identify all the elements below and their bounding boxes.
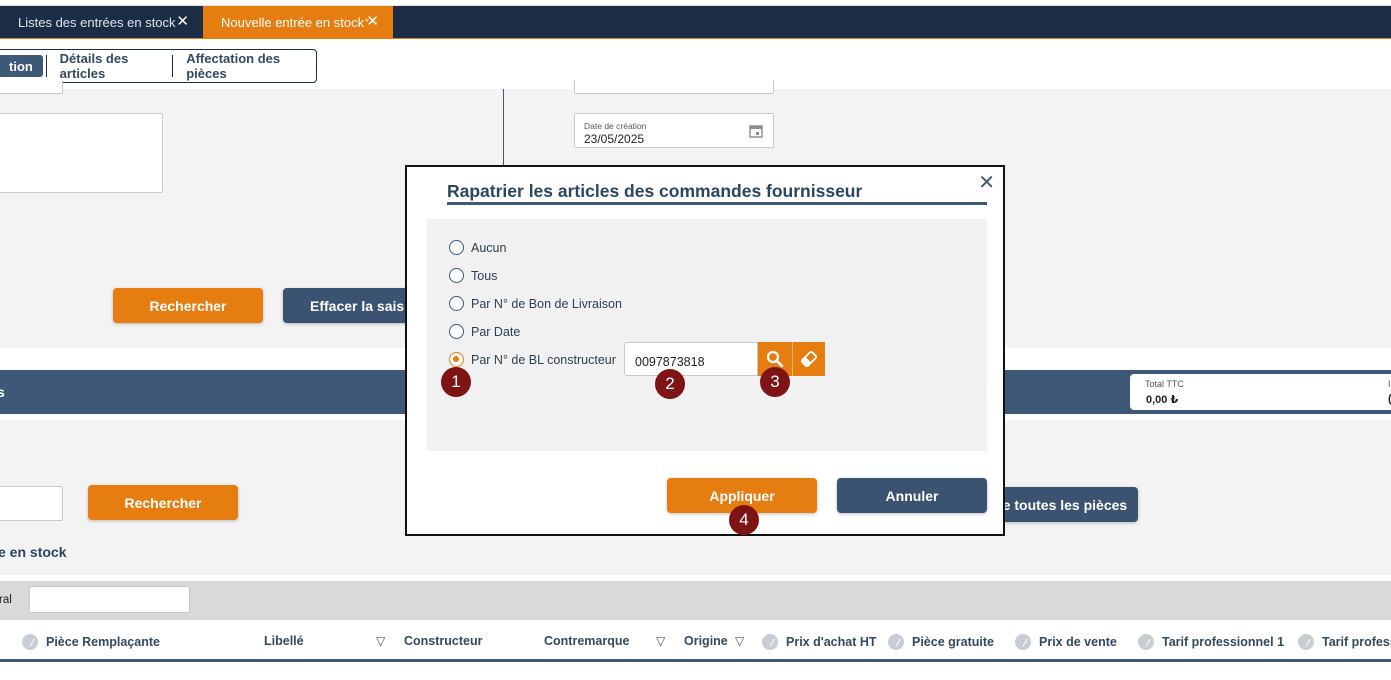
column-label: Pièce gratuite <box>912 635 994 649</box>
step-marker-3: 3 <box>760 367 790 397</box>
search-pieces-button[interactable]: Rechercher <box>88 485 238 520</box>
column-free-piece[interactable]: Pièce gratuite <box>888 634 994 650</box>
section-title: e en stock <box>0 544 67 560</box>
chat-icon <box>22 634 38 650</box>
partial-input[interactable] <box>0 80 63 94</box>
edit-icon <box>762 634 778 650</box>
option-delivery-note[interactable]: Par N° de Bon de Livraison <box>449 296 622 311</box>
column-label: Tarif profess <box>1322 635 1391 649</box>
dialog-title: Rapatrier les articles des commandes fou… <box>447 181 863 201</box>
tab-label: Nouvelle entrée en stock <box>221 14 365 30</box>
next-total-label: I <box>1388 379 1391 389</box>
subtab-article-details[interactable]: Détails des articles <box>47 51 173 81</box>
column-label: Pièce Remplaçante <box>46 635 160 649</box>
search-button[interactable]: Rechercher <box>113 288 263 323</box>
column-label: Libellé <box>264 634 304 648</box>
tab-new-stock-entry[interactable]: Nouvelle entrée en stock * ✕ <box>203 6 393 38</box>
column-pro-rate-2[interactable]: Tarif profess <box>1298 634 1391 650</box>
option-date[interactable]: Par Date <box>449 324 520 339</box>
column-counter-brand[interactable]: Contremarque <box>544 634 629 648</box>
column-label: Tarif professionnel 1 <box>1162 635 1285 649</box>
band-title: s <box>0 384 5 400</box>
radio-button[interactable] <box>449 268 464 283</box>
tab-underline <box>0 38 1391 39</box>
radio-button-selected[interactable] <box>449 352 464 367</box>
option-label: Par N° de BL constructeur <box>471 352 616 367</box>
edit-icon <box>888 634 904 650</box>
column-label: Prix de vente <box>1039 635 1117 649</box>
table-header: Pièce Remplaçante Libellé ▽ Constructeur… <box>0 620 1391 662</box>
column-label: Origine <box>684 634 728 648</box>
subtab-information[interactable]: tion <box>0 55 43 77</box>
edit-icon <box>1298 634 1314 650</box>
total-ttc-value: 0,00 ₺ <box>1146 394 1179 406</box>
tab-bar: Listes des entrées en stock ✕ Nouvelle e… <box>0 6 1391 38</box>
close-icon[interactable]: ✕ <box>978 173 995 193</box>
piece-search-input[interactable] <box>0 486 63 521</box>
general-filter-input[interactable] <box>29 586 190 613</box>
options-panel: Aucun Tous Par N° de Bon de Livraison Pa… <box>427 219 987 451</box>
option-manufacturer-bl[interactable]: Par N° de BL constructeur <box>449 352 616 367</box>
radio-button[interactable] <box>449 296 464 311</box>
creation-date-field[interactable]: Date de création 23/05/2025 <box>574 113 774 148</box>
filter-icon[interactable]: ▽ <box>656 634 665 648</box>
total-ttc-box: Total TTC 0,00 ₺ I ( <box>1130 374 1391 410</box>
column-label: Contremarque <box>544 634 630 648</box>
radio-button[interactable] <box>449 324 464 339</box>
cancel-button[interactable]: Annuler <box>837 478 987 513</box>
option-label: Par Date <box>471 324 521 339</box>
column-purchase-price[interactable]: Prix d'achat HT <box>762 634 877 650</box>
close-icon[interactable]: ✕ <box>366 14 379 30</box>
radio-button[interactable] <box>449 240 464 255</box>
filter-label: ral <box>0 594 12 606</box>
step-marker-1: 1 <box>441 367 471 397</box>
filter-icon[interactable]: ▽ <box>735 634 744 648</box>
column-pro-rate-1[interactable]: Tarif professionnel 1 <box>1138 634 1284 650</box>
step-marker-2: 2 <box>655 369 685 399</box>
bl-number-input[interactable]: 0097873818 <box>624 342 758 376</box>
filter-bar: ral <box>0 581 1391 620</box>
import-supplier-orders-dialog: Rapatrier les articles des commandes fou… <box>405 165 1005 536</box>
divider <box>503 89 504 169</box>
tab-stock-entries-list[interactable]: Listes des entrées en stock ✕ <box>0 6 203 38</box>
edit-icon <box>1015 634 1031 650</box>
column-label-header[interactable]: Libellé <box>264 634 304 648</box>
all-pieces-button[interactable]: le toutes les pièces <box>988 487 1138 522</box>
column-manufacturer[interactable]: Constructeur <box>404 634 482 648</box>
option-none[interactable]: Aucun <box>449 240 506 255</box>
column-label: Constructeur <box>404 634 483 648</box>
option-label: Tous <box>471 268 498 283</box>
column-replacement-piece[interactable]: Pièce Remplaçante <box>22 634 160 650</box>
option-label: Aucun <box>471 240 507 255</box>
subtab-group: tion Détails des articles Affectation de… <box>0 49 317 83</box>
calendar-icon[interactable] <box>749 124 763 143</box>
option-label: Par N° de Bon de Livraison <box>471 296 622 311</box>
date-label: Date de création <box>584 121 647 131</box>
eraser-icon[interactable] <box>793 342 825 376</box>
total-ttc-label: Total TTC <box>1145 379 1184 389</box>
edit-icon <box>1138 634 1154 650</box>
tab-label: Listes des entrées en stock <box>18 14 176 30</box>
partial-input[interactable] <box>574 80 774 94</box>
title-underline <box>447 202 987 205</box>
column-sale-price[interactable]: Prix de vente <box>1015 634 1117 650</box>
close-icon[interactable]: ✕ <box>176 14 189 30</box>
column-origin[interactable]: Origine <box>684 634 728 648</box>
date-value: 23/05/2025 <box>584 132 645 146</box>
option-all[interactable]: Tous <box>449 268 497 283</box>
comment-textarea[interactable] <box>0 113 163 193</box>
column-label: Prix d'achat HT <box>786 635 877 649</box>
filter-icon[interactable]: ▽ <box>376 634 385 648</box>
step-marker-4: 4 <box>729 505 759 535</box>
subtab-piece-assignment[interactable]: Affectation des pièces <box>173 51 316 81</box>
